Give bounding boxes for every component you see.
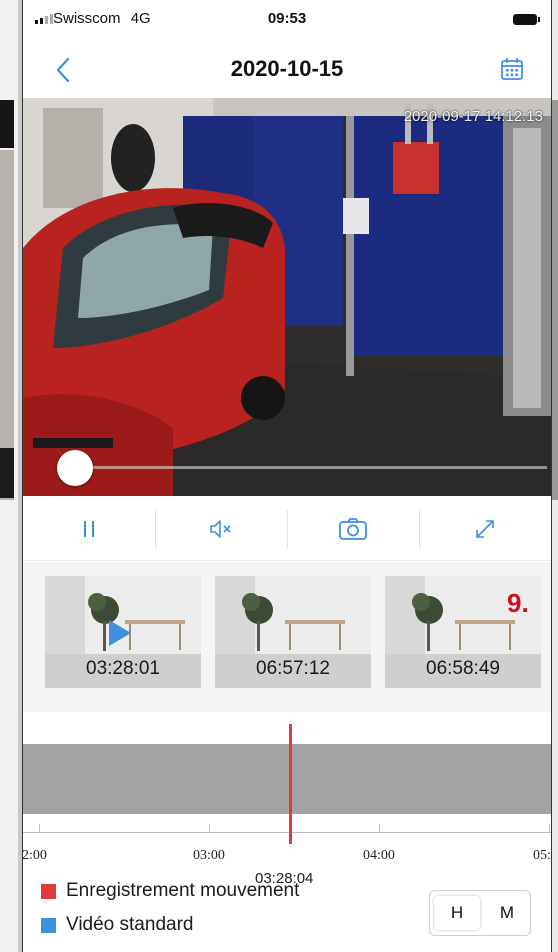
timeline-tick xyxy=(549,824,550,833)
status-time: 09:53 xyxy=(267,10,307,27)
timeline-tick xyxy=(379,824,380,833)
pause-icon xyxy=(84,521,94,537)
timeline-cursor[interactable] xyxy=(289,724,292,844)
video-timestamp: 2020-09-17 14:12:13 xyxy=(403,108,543,125)
mute-button[interactable] xyxy=(155,500,287,558)
phone-screen: Swisscom 4G 09:53 2020-10-15 2020-09-17 … xyxy=(22,0,552,952)
camera-icon xyxy=(339,518,367,540)
scale-hour-button[interactable]: H xyxy=(434,896,480,930)
fullscreen-icon xyxy=(476,520,494,538)
timeline-tick-label: 05:00 xyxy=(533,848,551,863)
timeline-tick-label: 02:00 xyxy=(22,848,47,863)
timeline-tick xyxy=(39,824,40,833)
pause-button[interactable] xyxy=(23,500,155,558)
legend-label: Vidéo standard xyxy=(66,914,194,935)
thumbnail-time: 03:28:01 xyxy=(86,658,160,679)
legend-standard: Vidéo standard xyxy=(41,914,193,936)
recording-thumbnail[interactable]: 03:28:01 xyxy=(45,576,201,688)
thumbnail-time: 06:58:49 xyxy=(426,658,500,679)
battery-icon xyxy=(513,14,540,25)
scale-minute-button[interactable]: M xyxy=(484,903,530,923)
video-player[interactable]: 2020-09-17 14:12:13 xyxy=(23,98,551,496)
page-title: 2020-10-15 xyxy=(230,56,344,81)
timeline-tick xyxy=(209,824,210,833)
timeline-tick-label: 03:00 xyxy=(193,848,225,863)
scrubber-handle[interactable] xyxy=(57,450,93,486)
play-icon xyxy=(109,620,131,646)
adjacent-screen-left xyxy=(0,0,18,952)
calendar-icon[interactable] xyxy=(499,56,525,82)
playback-controls xyxy=(23,500,551,558)
legend-motion: Enregistrement mouvement xyxy=(41,880,299,902)
divider xyxy=(23,560,551,561)
timeline-recording-band[interactable] xyxy=(23,744,551,814)
legend-swatch xyxy=(41,883,56,899)
thumbnail-time: 06:57:12 xyxy=(256,658,330,679)
nav-bar: 2020-10-15 xyxy=(23,44,551,96)
annotation-label: 9. xyxy=(507,588,529,618)
legend-swatch xyxy=(41,917,56,933)
timeline-axis xyxy=(23,832,551,833)
snapshot-button[interactable] xyxy=(287,500,419,558)
status-bar: Swisscom 4G 09:53 xyxy=(23,0,551,40)
mute-icon xyxy=(210,520,231,538)
timeline-tick-label: 04:00 xyxy=(363,848,395,863)
recording-thumbnail[interactable]: 06:57:12 xyxy=(215,576,371,688)
recording-thumbnails: 03:28:01 06:57:12 06:58:49 xyxy=(23,562,551,712)
garage-scene-image xyxy=(23,98,551,496)
fullscreen-button[interactable] xyxy=(419,500,551,558)
legend-label: Enregistrement mouvement xyxy=(66,880,300,901)
scale-toggle: H M xyxy=(429,890,531,936)
scrubber-track[interactable] xyxy=(63,466,547,469)
